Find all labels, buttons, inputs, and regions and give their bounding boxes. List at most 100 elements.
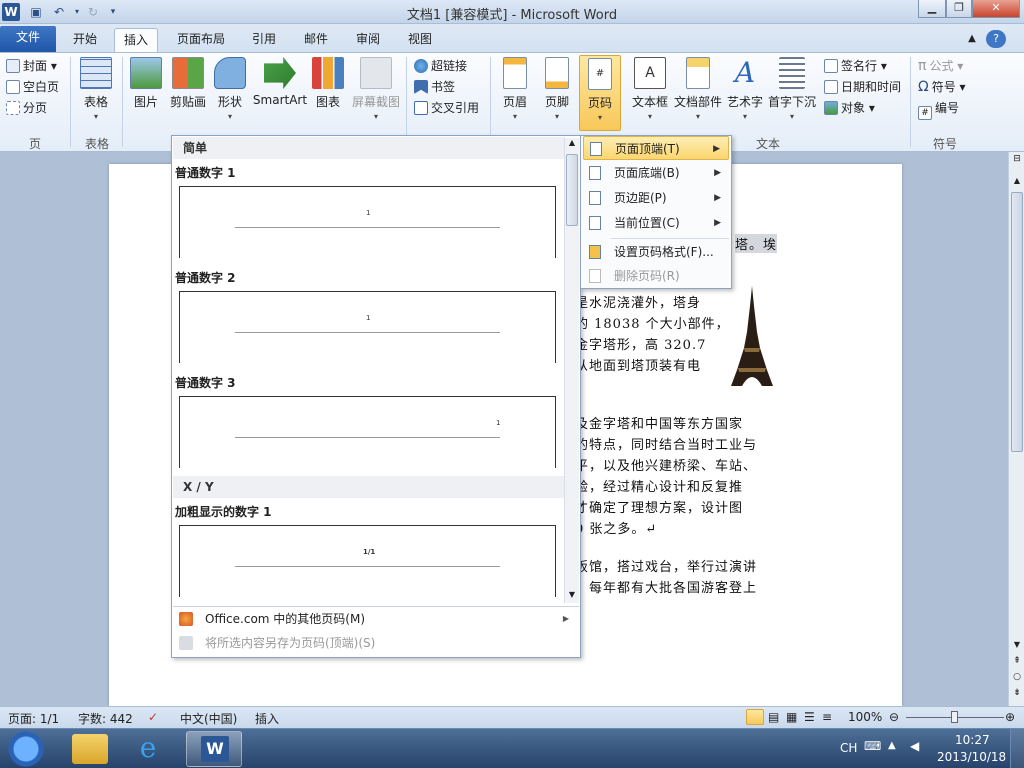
quick-parts-button[interactable]: 文档部件 ▾ xyxy=(674,57,722,121)
tab-review[interactable]: 审阅 xyxy=(346,28,390,52)
equation-button[interactable]: π 公式 ▾ xyxy=(918,56,963,76)
menu-current-position[interactable]: 当前位置(C) ▶ xyxy=(583,211,729,235)
screenshot-button[interactable]: 屏幕截图 ▾ xyxy=(350,57,402,121)
minimize-ribbon-icon[interactable]: ▲ xyxy=(962,28,982,52)
close-button[interactable]: ✕ xyxy=(972,0,1020,18)
internet-explorer-icon[interactable]: e xyxy=(128,731,168,767)
scroll-up-icon[interactable]: ▲ xyxy=(1011,176,1023,190)
wordart-button[interactable]: A 艺术字 ▾ xyxy=(726,57,764,122)
minimize-button[interactable]: ▁ xyxy=(918,0,946,18)
gallery-item-plain-number-3[interactable]: 1 xyxy=(179,396,556,468)
browse-object-icon[interactable]: ○ xyxy=(1011,672,1023,682)
picture-button[interactable]: 图片 xyxy=(128,57,164,110)
zoom-level[interactable]: 100% xyxy=(848,710,882,724)
menu-page-margins[interactable]: 页边距(P) ▶ xyxy=(583,186,729,210)
scroll-thumb[interactable] xyxy=(1011,192,1023,452)
tab-view[interactable]: 视图 xyxy=(398,28,442,52)
symbol-button[interactable]: Ω 符号 ▾ xyxy=(918,77,966,97)
sample-number: 1 xyxy=(366,209,371,217)
insert-mode[interactable]: 插入 xyxy=(255,710,279,727)
menu-remove-page-numbers[interactable]: 删除页码(R) xyxy=(583,264,729,288)
scroll-up-icon[interactable]: ▲ xyxy=(566,138,578,147)
full-screen-reading-icon[interactable]: ▤ xyxy=(768,710,779,724)
table-button[interactable]: 表格 ▾ xyxy=(76,57,116,121)
proofing-icon[interactable]: ✓ xyxy=(148,710,158,724)
tab-file[interactable]: 文件 xyxy=(0,26,56,52)
volume-icon[interactable]: ◀ xyxy=(910,739,919,753)
window-title: 文档1 [兼容模式] - Microsoft Word xyxy=(406,8,618,23)
save-selection-to-gallery[interactable]: 将所选内容另存为页码(顶端)(S) xyxy=(173,631,579,655)
doc-line: 塔。埃 xyxy=(735,234,778,253)
bookmark-button[interactable]: 书签 xyxy=(414,77,455,97)
dropcap-button[interactable]: 首字下沉 ▾ xyxy=(767,57,817,121)
submenu-arrow-icon: ▶ xyxy=(714,218,721,228)
object-button[interactable]: 对象 ▾ xyxy=(824,98,875,118)
more-page-numbers-office-com[interactable]: Office.com 中的其他页码(M) ▶ xyxy=(173,607,579,631)
help-icon[interactable]: ? xyxy=(986,30,1006,48)
chart-button[interactable]: 图表 xyxy=(312,57,344,110)
tab-page-layout[interactable]: 页面布局 xyxy=(166,28,236,52)
language-indicator[interactable]: 中文(中国) xyxy=(180,710,237,727)
menu-top-of-page[interactable]: 页面顶端(T) ▶ xyxy=(583,136,729,160)
scroll-thumb[interactable] xyxy=(566,154,578,226)
symbol-label: 符号 xyxy=(931,80,956,94)
outline-view-icon[interactable]: ☰ xyxy=(804,710,815,724)
clipart-button[interactable]: 剪贴画 xyxy=(166,57,210,110)
tab-insert[interactable]: 插入 xyxy=(114,28,158,52)
object-icon xyxy=(824,101,838,115)
scroll-down-icon[interactable]: ▼ xyxy=(1011,640,1023,649)
object-label: 对象 xyxy=(841,101,866,115)
explorer-icon[interactable] xyxy=(72,734,108,764)
gallery-item-plain-number-1[interactable]: 1 xyxy=(179,186,556,258)
page-count[interactable]: 页面: 1/1 xyxy=(8,710,59,727)
ime-indicator[interactable]: CH xyxy=(840,741,857,755)
tab-references[interactable]: 引用 xyxy=(242,28,286,52)
draft-view-icon[interactable]: ≡ xyxy=(822,710,832,724)
blank-page-button[interactable]: 空白页 xyxy=(6,77,59,97)
cover-page-button[interactable]: 封面 ▾ xyxy=(6,56,57,76)
gallery-item-plain-number-2[interactable]: 1 xyxy=(179,291,556,363)
tab-home[interactable]: 开始 xyxy=(62,28,108,52)
page-number-button[interactable]: # 页码 ▾ xyxy=(579,55,621,131)
web-layout-icon[interactable]: ▦ xyxy=(786,710,797,724)
start-button[interactable] xyxy=(2,731,50,767)
zoom-in-icon[interactable]: ⊕ xyxy=(1005,710,1015,724)
signature-line-button[interactable]: 签名行 ▾ xyxy=(824,56,887,76)
shapes-button[interactable]: 形状 ▾ xyxy=(212,57,248,121)
hyperlink-button[interactable]: 超链接 xyxy=(414,56,467,76)
textbox-button[interactable]: A 文本框 ▾ xyxy=(630,57,670,121)
zoom-out-icon[interactable]: ⊖ xyxy=(889,710,899,724)
prev-page-icon[interactable]: ⇞ xyxy=(1011,656,1023,666)
number-button[interactable]: # 编号 xyxy=(918,98,959,120)
menu-item-label: 删除页码(R) xyxy=(614,269,680,283)
clock-time[interactable]: 10:27 xyxy=(955,733,990,747)
eiffel-tower-image[interactable] xyxy=(729,286,775,388)
scroll-down-icon[interactable]: ▼ xyxy=(566,590,578,599)
blank-page-label: 空白页 xyxy=(23,80,60,94)
word-taskbar-button[interactable]: W xyxy=(186,731,242,767)
show-desktop-button[interactable] xyxy=(1010,729,1024,768)
vertical-scrollbar[interactable]: ⊟ ▲ ▼ ⇞ ○ ⇟ xyxy=(1008,152,1024,706)
dropcap-icon xyxy=(779,57,805,89)
print-layout-view-icon[interactable] xyxy=(746,709,764,725)
datetime-button[interactable]: 日期和时间 xyxy=(824,77,901,97)
next-page-icon[interactable]: ⇟ xyxy=(1011,688,1023,698)
cross-reference-button[interactable]: 交叉引用 xyxy=(414,98,479,118)
hyperlink-icon xyxy=(414,59,428,73)
gallery-scrollbar[interactable]: ▲ ▼ xyxy=(564,138,579,603)
gallery-item-bold-number-1[interactable]: 1/1 xyxy=(179,525,556,597)
tray-expand-icon[interactable]: ▲ xyxy=(888,740,896,751)
restore-button[interactable]: ❐ xyxy=(946,0,972,18)
ruler-toggle-icon[interactable]: ⊟ xyxy=(1011,154,1023,174)
zoom-slider-thumb[interactable] xyxy=(951,711,958,723)
menu-format-page-numbers[interactable]: 设置页码格式(F)... xyxy=(583,240,729,264)
footer-button[interactable]: 页脚 ▾ xyxy=(540,57,574,121)
header-button[interactable]: 页眉 ▾ xyxy=(498,57,532,121)
word-count[interactable]: 字数: 442 xyxy=(78,710,133,727)
smartart-button[interactable]: SmartArt xyxy=(252,57,308,107)
menu-bottom-of-page[interactable]: 页面底端(B) ▶ xyxy=(583,161,729,185)
page-break-button[interactable]: 分页 xyxy=(6,98,47,118)
clock-date[interactable]: 2013/10/18 xyxy=(937,750,1006,764)
tab-mailings[interactable]: 邮件 xyxy=(294,28,338,52)
keyboard-icon[interactable]: ⌨ xyxy=(864,739,881,753)
